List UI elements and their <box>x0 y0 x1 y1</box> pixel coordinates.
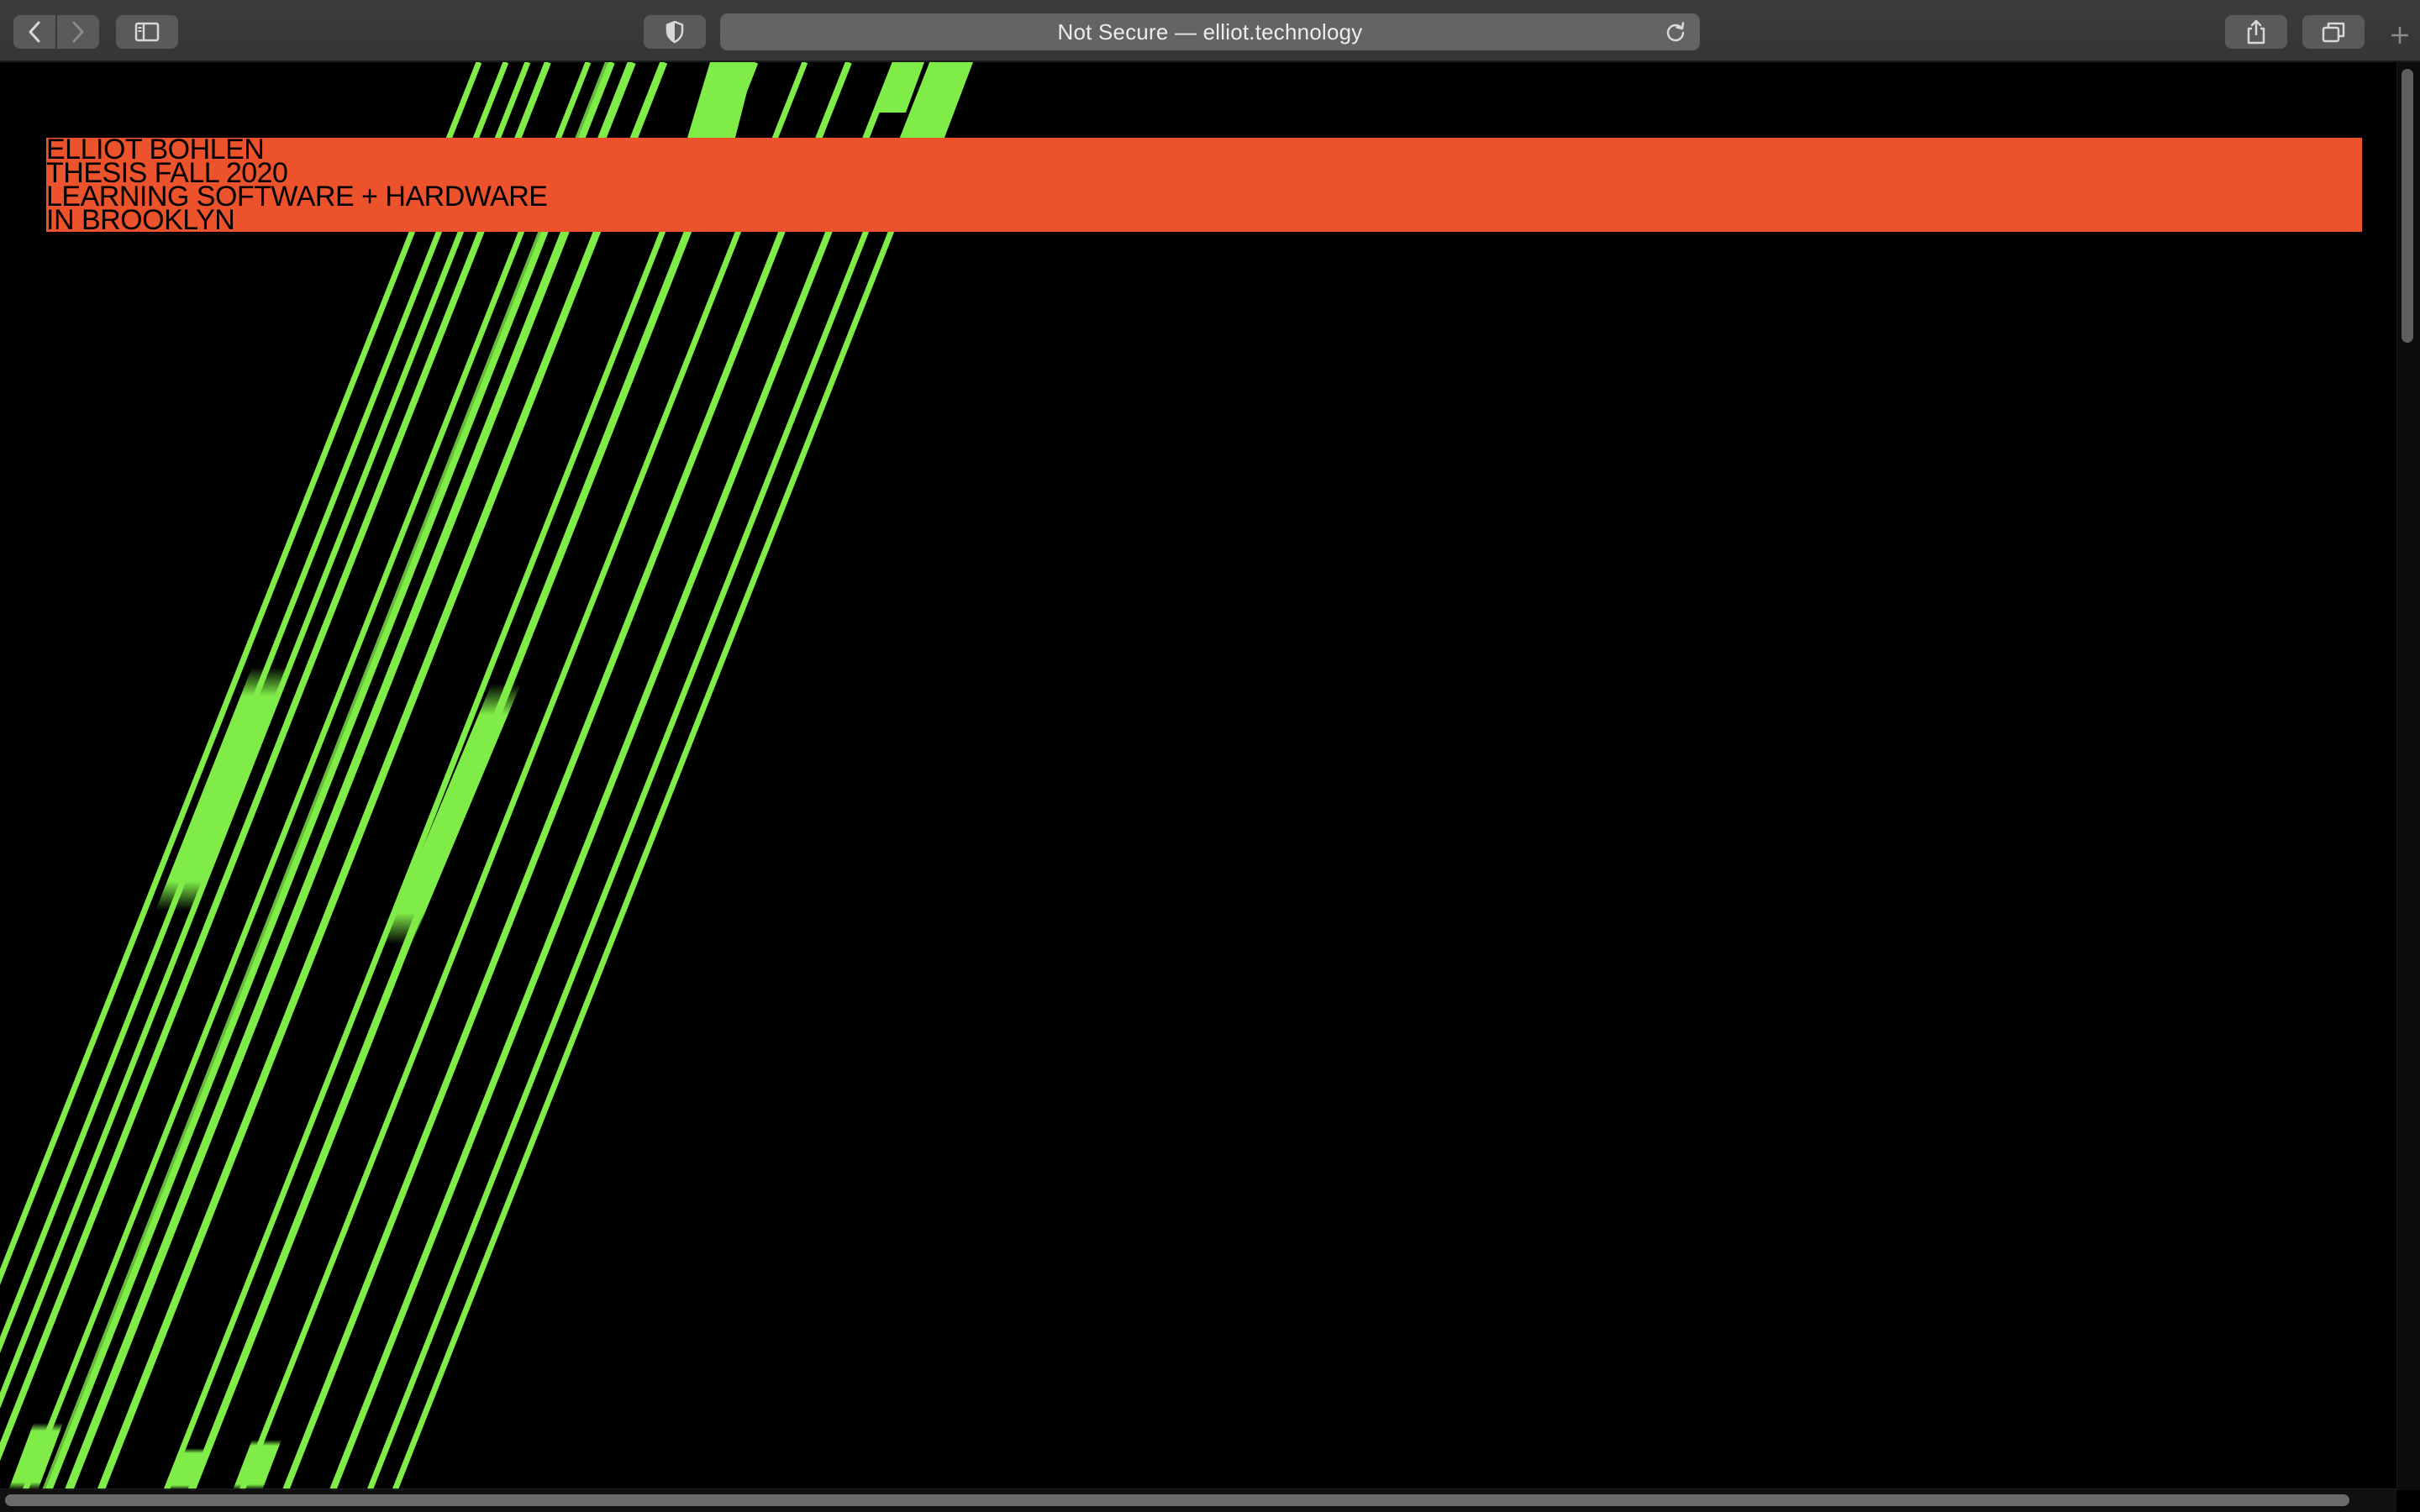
banner-text-lines: ELLIOT BOHLEN THESIS FALL 2020 LEARNING … <box>46 135 548 234</box>
green-stripes-artwork <box>0 62 973 1490</box>
forward-button[interactable] <box>57 15 99 49</box>
back-button[interactable] <box>13 15 55 49</box>
tabs-overview-icon <box>2322 22 2345 43</box>
sidebar-toggle-button[interactable] <box>116 15 178 49</box>
privacy-shield-icon <box>666 20 684 44</box>
tab-overview-button[interactable] <box>2302 15 2365 49</box>
address-bar[interactable]: Not Secure — elliot.technology <box>720 13 1700 50</box>
web-page: ELLIOT BOHLEN THESIS FALL 2020 LEARNING … <box>0 62 2420 1512</box>
vertical-scroll-thumb[interactable] <box>2402 69 2413 343</box>
sidebar-icon <box>134 22 160 42</box>
browser-toolbar: Not Secure — elliot.technology <box>0 0 2420 62</box>
plus-icon <box>2391 27 2408 44</box>
address-text: Not Secure — elliot.technology <box>1057 18 1363 45</box>
share-icon <box>2247 19 2265 45</box>
chevron-right-icon <box>72 21 84 43</box>
title-banner: ELLIOT BOHLEN THESIS FALL 2020 LEARNING … <box>46 135 2362 234</box>
privacy-report-button[interactable] <box>644 15 706 49</box>
new-tab-button[interactable] <box>2383 18 2417 52</box>
horizontal-scroll-thumb[interactable] <box>5 1494 2349 1506</box>
reload-icon[interactable] <box>1665 21 1686 43</box>
chevron-left-icon <box>29 21 40 43</box>
share-button[interactable] <box>2225 15 2287 49</box>
